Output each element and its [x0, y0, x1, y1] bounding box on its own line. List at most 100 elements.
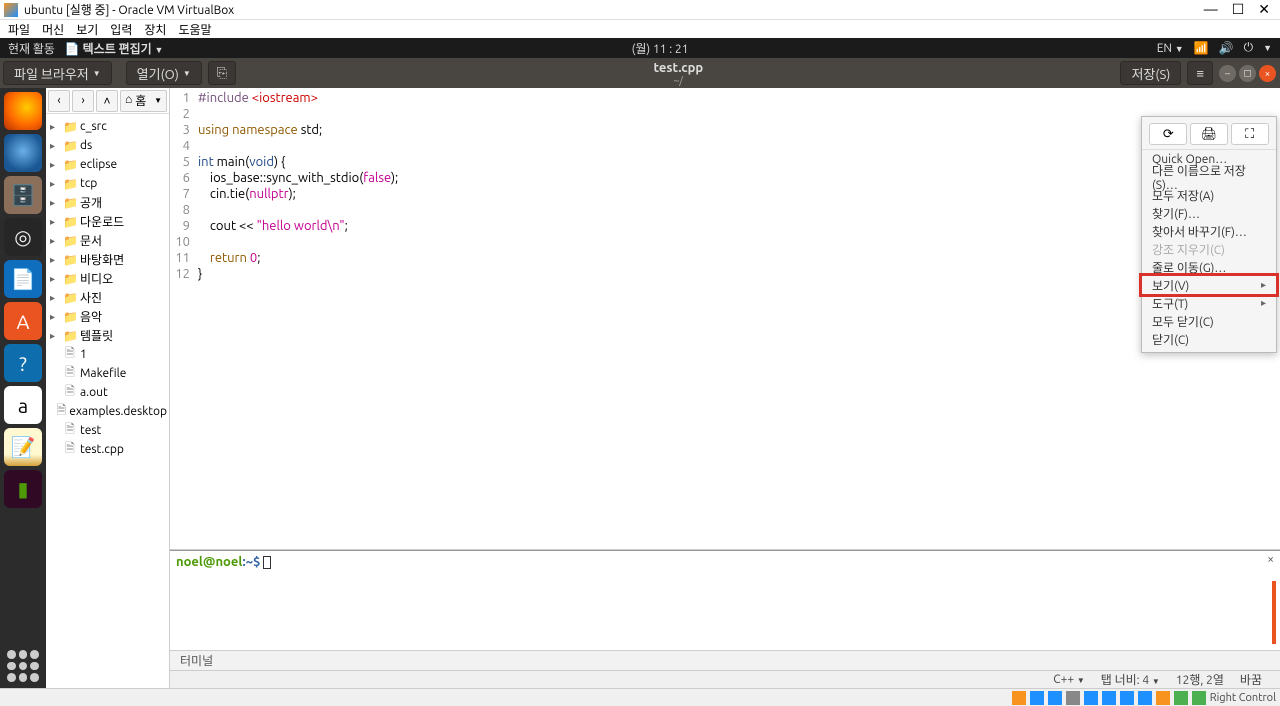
terminal-scrollbar[interactable]	[1272, 581, 1276, 644]
nav-back-button[interactable]: ‹	[48, 90, 70, 112]
status-bar: C++ ▼ 탭 너비: 4 ▼ 12행, 2열 바꿈	[170, 670, 1280, 688]
vb-arrow-icon[interactable]	[1192, 691, 1206, 705]
folder-icon: 📁	[63, 310, 77, 324]
file-browser-button[interactable]: 파일 브라우저 ▼	[3, 61, 112, 85]
language-indicator[interactable]: EN ▼	[1157, 42, 1184, 55]
tree-file[interactable]: 🗎Makefile	[48, 364, 167, 383]
terminal-cursor	[263, 556, 271, 569]
bottom-panel-tab[interactable]: 터미널	[170, 650, 1280, 670]
tree-folder[interactable]: ▸📁ds	[48, 136, 167, 155]
vb-menu-help[interactable]: 도움말	[178, 21, 211, 38]
tree-file[interactable]: 🗎examples.desktop	[48, 402, 167, 421]
launcher-terminal[interactable]: ▮	[4, 470, 42, 508]
host-window-titlebar: ubuntu [실행 중] - Oracle VM VirtualBox — ☐…	[0, 0, 1280, 20]
vb-display-icon[interactable]	[1102, 691, 1116, 705]
launcher-gedit[interactable]: 📝	[4, 428, 42, 466]
tree-file[interactable]: 🗎test	[48, 421, 167, 440]
tree-file[interactable]: 🗎1	[48, 345, 167, 364]
hamburger-button[interactable]: ≡	[1187, 61, 1213, 85]
activities-button[interactable]: 현재 활동	[8, 40, 55, 57]
menu-replace[interactable]: 찾아서 바꾸기(F)…	[1142, 222, 1276, 240]
vb-mouse-icon[interactable]	[1156, 691, 1170, 705]
vb-key-icon[interactable]	[1174, 691, 1188, 705]
power-icon[interactable]: ⏻	[1244, 41, 1254, 55]
code-editor[interactable]: 123456789101112 #include <iostream>using…	[170, 88, 1280, 550]
tree-folder[interactable]: ▸📁문서	[48, 231, 167, 250]
launcher-thunderbird[interactable]	[4, 134, 42, 172]
tree-item-label: c_src	[80, 120, 107, 133]
tree-folder[interactable]: ▸📁사진	[48, 288, 167, 307]
tree-folder[interactable]: ▸📁다운로드	[48, 212, 167, 231]
terminal-close-button[interactable]: ×	[1267, 553, 1274, 566]
clock-label[interactable]: (월) 11 : 21	[163, 40, 1156, 57]
menu-print-button[interactable]: 🖨	[1190, 123, 1228, 145]
tree-folder[interactable]: ▸📁tcp	[48, 174, 167, 193]
launcher-rhythmbox[interactable]: ◎	[4, 218, 42, 256]
host-window-title: ubuntu [실행 중] - Oracle VM VirtualBox	[24, 1, 1204, 18]
menu-view[interactable]: 보기(V)▸	[1142, 276, 1276, 294]
file-tree[interactable]: ▸📁c_src▸📁ds▸📁eclipse▸📁tcp▸📁공개▸📁다운로드▸📁문서▸…	[46, 114, 169, 688]
launcher-writer[interactable]: 📄	[4, 260, 42, 298]
tree-item-label: 1	[80, 348, 87, 361]
tree-folder[interactable]: ▸📁c_src	[48, 117, 167, 136]
tree-folder[interactable]: ▸📁템플릿	[48, 326, 167, 345]
menu-fullscreen-button[interactable]: ⛶	[1231, 123, 1269, 145]
vb-cd-icon[interactable]	[1030, 691, 1044, 705]
vb-share-icon[interactable]	[1084, 691, 1098, 705]
launcher-apps-button[interactable]	[7, 650, 39, 682]
window-close-button[interactable]: ×	[1259, 65, 1276, 82]
vb-menu-view[interactable]: 보기	[76, 21, 98, 38]
tree-item-label: ds	[80, 139, 92, 152]
launcher-files[interactable]: 🗄️	[4, 176, 42, 214]
volume-icon[interactable]: 🔊	[1219, 41, 1234, 55]
status-mode: 바꿈	[1240, 671, 1262, 688]
vb-menu-input[interactable]: 입력	[110, 21, 132, 38]
tree-file[interactable]: 🗎a.out	[48, 383, 167, 402]
tree-folder[interactable]: ▸📁바탕화면	[48, 250, 167, 269]
vb-net-icon[interactable]	[1048, 691, 1062, 705]
code-body[interactable]: #include <iostream>using namespace std;i…	[194, 88, 1280, 549]
vb-usb-icon[interactable]	[1066, 691, 1080, 705]
launcher-help[interactable]: ?	[4, 344, 42, 382]
tree-folder[interactable]: ▸📁eclipse	[48, 155, 167, 174]
folder-icon: 📁	[63, 177, 77, 191]
status-tabwidth[interactable]: 탭 너비: 4 ▼	[1101, 671, 1160, 688]
launcher-amazon[interactable]: a	[4, 386, 42, 424]
launcher-software[interactable]: A	[4, 302, 42, 340]
save-button[interactable]: 저장(S)	[1120, 61, 1181, 85]
menu-close[interactable]: 닫기(C)	[1142, 330, 1276, 348]
menu-find[interactable]: 찾기(F)…	[1142, 204, 1276, 222]
tree-file[interactable]: 🗎test.cpp	[48, 440, 167, 459]
menu-save-as[interactable]: 다른 이름으로 저장(S)…	[1142, 168, 1276, 186]
new-tab-button[interactable]: ⎘	[208, 61, 236, 85]
host-minimize-button[interactable]: —	[1204, 1, 1218, 18]
menu-tools[interactable]: 도구(T)▸	[1142, 294, 1276, 312]
vb-hd-icon[interactable]	[1012, 691, 1026, 705]
host-close-button[interactable]: ✕	[1258, 1, 1270, 18]
tree-folder[interactable]: ▸📁비디오	[48, 269, 167, 288]
nav-up-button[interactable]: ˄	[96, 90, 118, 112]
menu-close-all[interactable]: 모두 닫기(C)	[1142, 312, 1276, 330]
vb-menu-file[interactable]: 파일	[8, 21, 30, 38]
vb-menu-devices[interactable]: 장치	[144, 21, 166, 38]
open-button[interactable]: 열기(O) ▼	[126, 61, 202, 85]
menu-reload-button[interactable]: ⟳	[1149, 123, 1187, 145]
tree-folder[interactable]: ▸📁공개	[48, 193, 167, 212]
nav-home-button[interactable]: ⌂홈 ▼	[120, 90, 167, 112]
tree-folder[interactable]: ▸📁음악	[48, 307, 167, 326]
window-maximize-button[interactable]: ◻	[1239, 65, 1256, 82]
window-minimize-button[interactable]: –	[1219, 65, 1236, 82]
vb-menu-machine[interactable]: 머신	[42, 21, 64, 38]
menu-goto[interactable]: 줄로 이동(G)…	[1142, 258, 1276, 276]
nav-forward-button[interactable]: ›	[72, 90, 94, 112]
virtualbox-menubar: 파일 머신 보기 입력 장치 도움말	[0, 20, 1280, 38]
network-icon[interactable]: 📶	[1194, 41, 1209, 55]
current-app-label[interactable]: 텍스트 편집기	[83, 43, 152, 56]
embedded-terminal[interactable]: × noel@noel:~$	[170, 550, 1280, 650]
launcher-firefox[interactable]	[4, 92, 42, 130]
status-language[interactable]: C++ ▼	[1053, 673, 1085, 686]
host-maximize-button[interactable]: ☐	[1232, 1, 1245, 18]
vb-cpu-icon[interactable]	[1138, 691, 1152, 705]
terminal-prompt: :~$	[243, 555, 264, 569]
vb-rec-icon[interactable]	[1120, 691, 1134, 705]
